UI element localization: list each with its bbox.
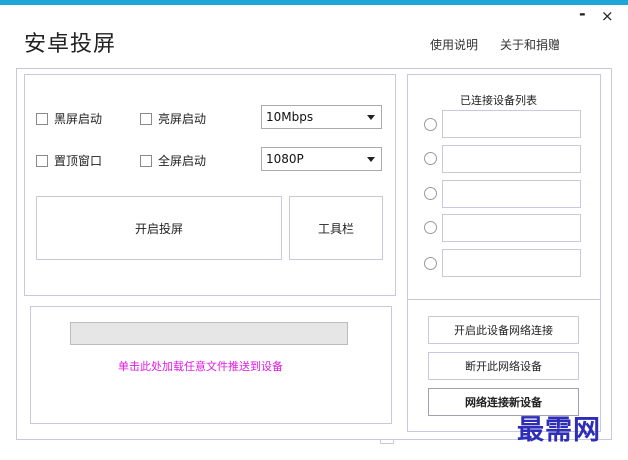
start-mirror-label: 开启投屏	[134, 221, 183, 236]
device-slot-3[interactable]	[442, 180, 581, 208]
disconnect-network-button[interactable]: 断开此网络设备	[428, 352, 579, 380]
device-slot-4[interactable]	[442, 214, 581, 242]
resize-grip	[380, 440, 394, 444]
always-on-top-checkbox[interactable]: 置顶窗口	[36, 152, 102, 169]
always-on-top-label: 置顶窗口	[54, 154, 103, 168]
resolution-value: 1080P	[266, 152, 304, 166]
title-accent-bar	[0, 0, 628, 5]
device-radio-4[interactable]	[424, 221, 437, 234]
fullscreen-checkbox[interactable]: 全屏启动	[140, 152, 206, 169]
app-title: 安卓投屏	[24, 32, 117, 57]
open-network-connection-button[interactable]: 开启此设备网络连接	[428, 316, 579, 344]
device-radio-5[interactable]	[424, 257, 437, 270]
device-radio-1[interactable]	[424, 118, 437, 131]
close-button[interactable]: ×	[601, 8, 614, 24]
checkbox-box[interactable]	[36, 154, 48, 167]
open-network-label: 开启此设备网络连接	[454, 324, 553, 337]
help-link[interactable]: 使用说明	[430, 36, 478, 53]
device-slot-2[interactable]	[442, 145, 581, 173]
device-list-title: 已连接设备列表	[460, 94, 537, 107]
device-slot-1[interactable]	[442, 110, 581, 138]
fullscreen-label: 全屏启动	[158, 154, 207, 168]
black-screen-label: 黑屏启动	[54, 112, 103, 126]
black-screen-checkbox[interactable]: 黑屏启动	[36, 110, 102, 127]
file-push-link[interactable]: 单击此处加载任意文件推送到设备	[118, 358, 283, 374]
disconnect-network-label: 断开此网络设备	[465, 360, 542, 373]
dropdown-arrow-icon[interactable]	[367, 157, 375, 162]
device-radio-2[interactable]	[424, 152, 437, 165]
checkbox-box[interactable]	[140, 112, 152, 125]
resolution-select[interactable]: 1080P	[261, 147, 382, 171]
toolbar-button[interactable]: 工具栏	[289, 196, 383, 260]
dropdown-arrow-icon[interactable]	[367, 115, 375, 120]
about-donate-link[interactable]: 关于和捐赠	[500, 36, 560, 53]
checkbox-box[interactable]	[36, 112, 48, 125]
file-push-progress-bar	[70, 322, 348, 345]
checkbox-box[interactable]	[140, 154, 152, 167]
toolbar-label: 工具栏	[317, 221, 354, 236]
watermark-logo: 最需网	[517, 415, 601, 446]
bright-screen-checkbox[interactable]: 亮屏启动	[140, 110, 206, 127]
bright-screen-label: 亮屏启动	[158, 112, 207, 126]
start-mirror-button[interactable]: 开启投屏	[36, 196, 282, 260]
bitrate-select[interactable]: 10Mbps	[261, 105, 382, 129]
device-slot-5[interactable]	[442, 249, 581, 277]
device-radio-3[interactable]	[424, 187, 437, 200]
bitrate-value: 10Mbps	[266, 110, 314, 124]
minimize-button[interactable]: -	[579, 6, 586, 22]
